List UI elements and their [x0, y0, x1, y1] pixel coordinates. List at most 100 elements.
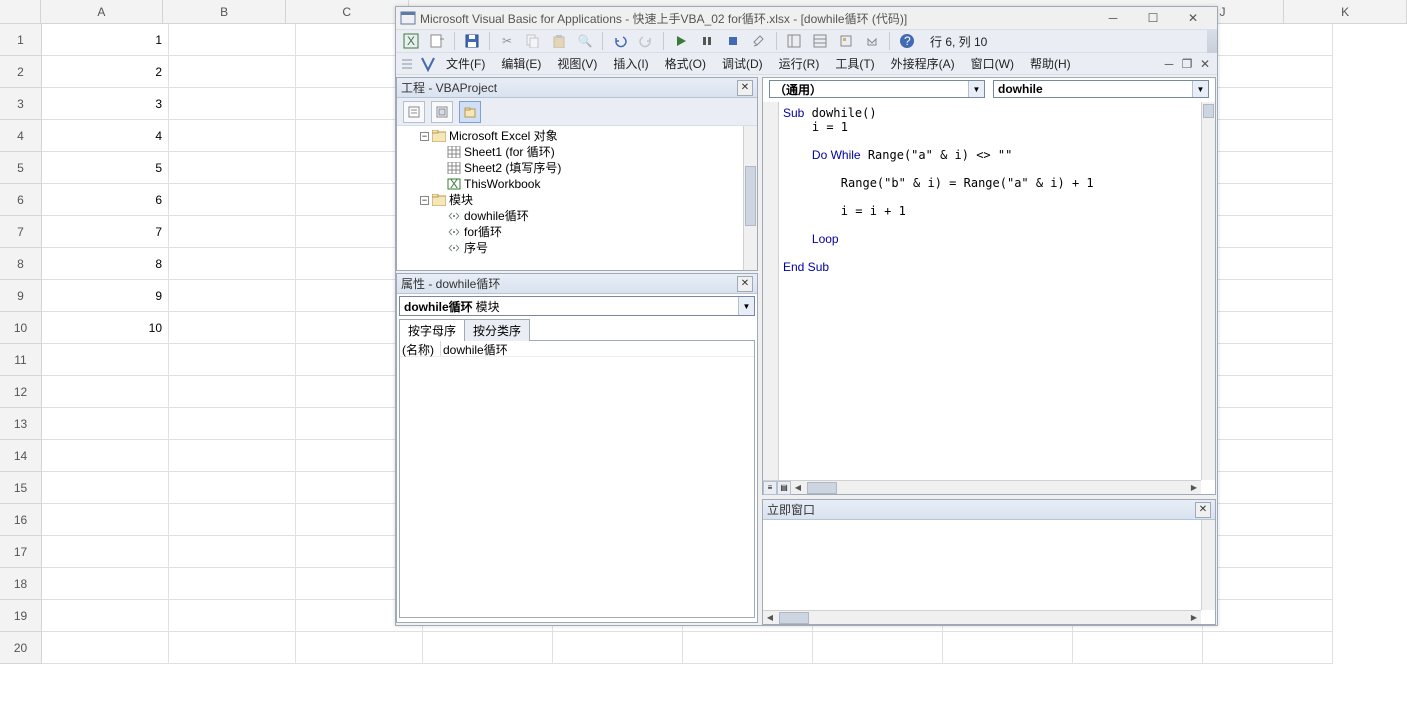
cell[interactable] — [1203, 376, 1333, 408]
immediate-input[interactable] — [763, 520, 1201, 610]
cell[interactable] — [1203, 344, 1333, 376]
tab-alphabetic[interactable]: 按字母序 — [399, 319, 465, 341]
cell[interactable] — [683, 632, 813, 664]
cell[interactable] — [169, 440, 296, 472]
row-header[interactable]: 5 — [0, 152, 42, 184]
cell[interactable] — [169, 536, 296, 568]
scroll-right-icon[interactable]: ▶ — [1187, 611, 1201, 625]
toolbox-icon[interactable] — [863, 32, 881, 50]
project-explorer-icon[interactable] — [785, 32, 803, 50]
maximize-button[interactable]: ☐ — [1133, 8, 1173, 28]
menu-debug[interactable]: 调试(D) — [716, 53, 769, 74]
cell[interactable]: 8 — [42, 248, 169, 280]
design-mode-icon[interactable] — [750, 32, 768, 50]
cell[interactable] — [169, 120, 296, 152]
menu-window[interactable]: 窗口(W) — [965, 53, 1020, 74]
cell[interactable] — [169, 632, 296, 664]
scroll-left-icon[interactable]: ◀ — [763, 611, 777, 625]
cell[interactable] — [553, 632, 683, 664]
cell[interactable]: 10 — [42, 312, 169, 344]
cell[interactable] — [943, 632, 1073, 664]
row-header[interactable]: 2 — [0, 56, 42, 88]
mdi-close-button[interactable]: ✕ — [1197, 57, 1213, 71]
toggle-folders-button[interactable] — [459, 101, 481, 123]
cell[interactable]: 7 — [42, 216, 169, 248]
scroll-left-icon[interactable]: ◀ — [791, 481, 805, 495]
immediate-pane-close-button[interactable]: ✕ — [1195, 502, 1211, 518]
tree-node-label[interactable]: for循环 — [464, 224, 502, 240]
row-header[interactable]: 16 — [0, 504, 42, 536]
cell[interactable] — [169, 88, 296, 120]
cell[interactable] — [42, 344, 169, 376]
tab-categorized[interactable]: 按分类序 — [464, 319, 530, 341]
property-value[interactable]: dowhile循环 — [440, 341, 754, 356]
properties-pane-title[interactable]: 属性 - dowhile循环 ✕ — [397, 274, 757, 294]
cell[interactable] — [169, 216, 296, 248]
code-editor[interactable]: Sub dowhile() i = 1 Do While Range("a" &… — [779, 102, 1201, 480]
cell[interactable] — [813, 632, 943, 664]
collapse-icon[interactable]: − — [420, 132, 429, 141]
cell[interactable] — [1203, 568, 1333, 600]
row-header[interactable]: 17 — [0, 536, 42, 568]
cell[interactable]: 6 — [42, 184, 169, 216]
menu-file[interactable]: 文件(F) — [440, 53, 491, 74]
cell[interactable] — [42, 472, 169, 504]
mdi-restore-button[interactable]: ❐ — [1179, 57, 1195, 71]
row-header[interactable]: 3 — [0, 88, 42, 120]
project-scrollbar[interactable] — [743, 126, 757, 270]
cell[interactable]: 1 — [42, 24, 169, 56]
cell[interactable] — [42, 376, 169, 408]
cell[interactable] — [1203, 472, 1333, 504]
cell[interactable] — [1203, 632, 1333, 664]
row-header[interactable]: 13 — [0, 408, 42, 440]
cell[interactable] — [296, 632, 423, 664]
immediate-horizontal-scrollbar[interactable]: ◀ ▶ — [763, 610, 1201, 624]
cell[interactable] — [169, 184, 296, 216]
cell[interactable] — [1203, 248, 1333, 280]
col-header[interactable]: C — [286, 0, 409, 23]
row-header[interactable]: 6 — [0, 184, 42, 216]
cell[interactable]: 5 — [42, 152, 169, 184]
row-header[interactable]: 18 — [0, 568, 42, 600]
row-header[interactable]: 10 — [0, 312, 42, 344]
copy-icon[interactable] — [524, 32, 542, 50]
cell[interactable] — [1203, 184, 1333, 216]
run-icon[interactable] — [672, 32, 690, 50]
reset-icon[interactable] — [724, 32, 742, 50]
row-header[interactable]: 8 — [0, 248, 42, 280]
cell[interactable] — [1203, 536, 1333, 568]
menu-insert[interactable]: 插入(I) — [607, 53, 654, 74]
properties-grid[interactable]: (名称) dowhile循环 — [399, 340, 755, 618]
tree-node-label[interactable]: Sheet1 (for 循环) — [464, 144, 555, 160]
cell[interactable] — [169, 504, 296, 536]
cut-icon[interactable]: ✂ — [498, 32, 516, 50]
cell[interactable] — [169, 248, 296, 280]
cell[interactable]: 9 — [42, 280, 169, 312]
menu-tools[interactable]: 工具(T) — [829, 53, 880, 74]
code-vertical-scrollbar[interactable] — [1201, 102, 1215, 480]
cell[interactable] — [1203, 408, 1333, 440]
undo-icon[interactable] — [611, 32, 629, 50]
immediate-vertical-scrollbar[interactable] — [1201, 520, 1215, 610]
cell[interactable] — [1203, 504, 1333, 536]
cell[interactable] — [42, 440, 169, 472]
paste-icon[interactable] — [550, 32, 568, 50]
properties-pane-close-button[interactable]: ✕ — [737, 276, 753, 292]
insert-module-icon[interactable] — [428, 32, 446, 50]
row-header[interactable]: 15 — [0, 472, 42, 504]
cell[interactable] — [169, 56, 296, 88]
find-icon[interactable]: 🔍 — [576, 32, 594, 50]
cell[interactable] — [1203, 24, 1333, 56]
cell[interactable] — [169, 344, 296, 376]
row-header[interactable]: 1 — [0, 24, 42, 56]
scroll-right-icon[interactable]: ▶ — [1187, 481, 1201, 495]
cell[interactable] — [42, 536, 169, 568]
help-icon[interactable]: ? — [898, 32, 916, 50]
row-header[interactable]: 7 — [0, 216, 42, 248]
tree-node-label[interactable]: Sheet2 (填写序号) — [464, 160, 561, 176]
cell[interactable] — [42, 632, 169, 664]
project-pane-close-button[interactable]: ✕ — [737, 80, 753, 96]
row-header[interactable]: 4 — [0, 120, 42, 152]
row-header[interactable]: 19 — [0, 600, 42, 632]
tree-node-label[interactable]: 序号 — [464, 240, 488, 256]
